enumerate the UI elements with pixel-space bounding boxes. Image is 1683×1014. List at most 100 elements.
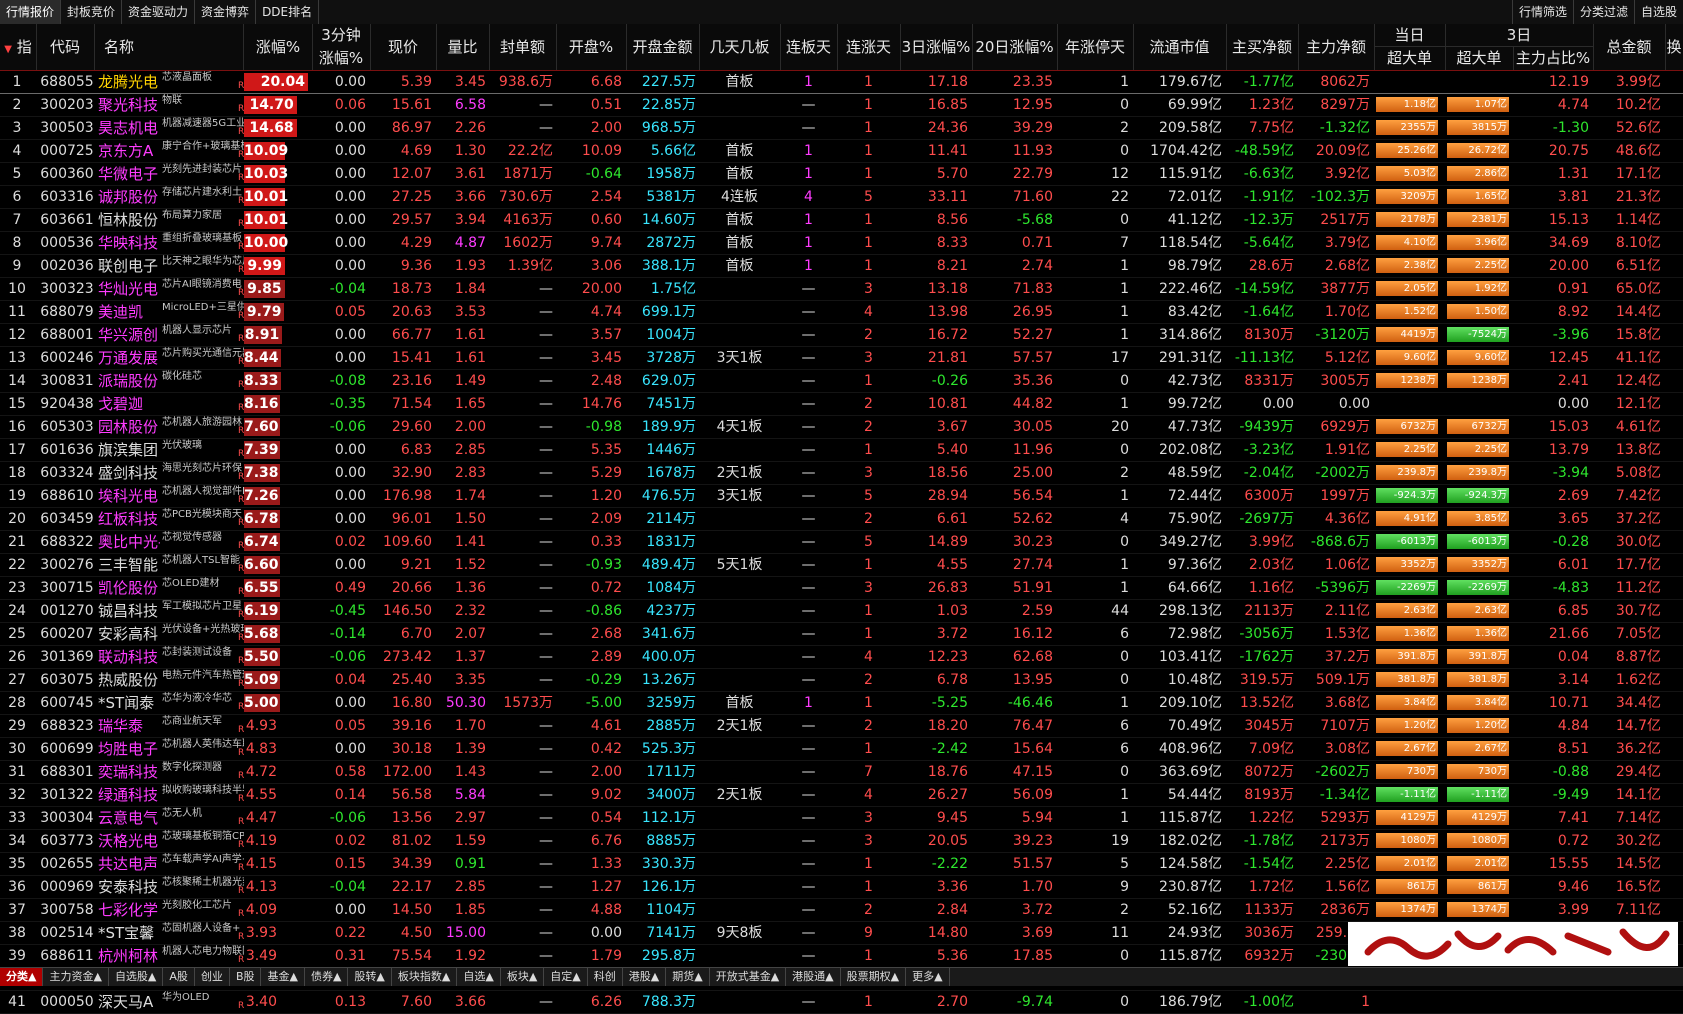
table-row[interactable]: 17 601636 旗滨集团 光伏玻璃 R 7.39 0.00 6.83 2.85—5.35 14… — [0, 439, 1683, 462]
header-main-buy[interactable]: 主买净额 — [1226, 24, 1299, 70]
header-code[interactable]: 代码 — [36, 24, 95, 70]
table-row[interactable]: 20 603459 红板科技 芯PCB光模块商天 R 6.78 0.00 96.01 1.50—… — [0, 508, 1683, 531]
header-volume-ratio[interactable]: 量比 — [436, 24, 490, 70]
table-row[interactable]: 19688610埃科光电芯机器人视觉部件PCBR7.260.00176.981.… — [0, 485, 1683, 508]
table-row[interactable]: 27 603075 热威股份 电热元件汽车热管理 R 5.09 0.04 25.40 3.35—… — [0, 669, 1683, 692]
header-3day-super[interactable]: 超大单 — [1445, 47, 1514, 70]
table-row[interactable]: 4 000725 京东方A 康宁合作+玻璃基板 R 10.09 0.00 4.69 1.30 22… — [0, 140, 1683, 163]
header-index[interactable]: ▼ 指 — [0, 24, 37, 70]
header-today-super[interactable]: 超大单 — [1374, 47, 1446, 70]
concept-tag: 芯封装测试设备 — [162, 647, 232, 658]
table-row[interactable]: 1 688055 龙腾光电 芯液晶面板 R 20.04 0.00 5.39 3.45 938.6万… — [0, 71, 1683, 94]
table-row[interactable]: 18 603324 盛剑科技 海思光刻芯片环保 R 7.38 0.00 32.90 2.83—5… — [0, 462, 1683, 485]
header-3day-main-ratio[interactable]: 主力占比% — [1513, 47, 1594, 70]
bottom-tab[interactable]: A股 — [163, 968, 195, 986]
bottom-tab[interactable]: 自定▲ — [544, 968, 588, 986]
table-row[interactable]: 16 605303 园林股份 芯机器人旅游园林 R 7.60 -0.06 29.60 2.00—… — [0, 416, 1683, 439]
table-row[interactable]: 8 000536 华映科技 重组折叠玻璃基板 R 10.00 0.00 4.29 4.87 160… — [0, 232, 1683, 255]
table-row[interactable]: 25 600207 安彩高科 光伏设备+光热玻璃 R 5.68 -0.14 6.70 2.07—… — [0, 623, 1683, 646]
bottom-tab[interactable]: 创业 — [195, 968, 230, 986]
table-row[interactable]: 6 603316 诚邦股份 存储芯片建水利土 R 10.01 0.00 27.25 3.66 73… — [0, 186, 1683, 209]
table-row[interactable]: 33 300304 云意电气 芯无人机 R 4.47 -0.06 13.56 2.97—0.54… — [0, 807, 1683, 830]
header-float-mv[interactable]: 流通市值 — [1133, 24, 1227, 70]
header-seal-amount[interactable]: 封单额 — [489, 24, 557, 70]
bottom-tab[interactable]: 期货▲ — [666, 968, 710, 986]
table-row[interactable]: 24 001270 铖昌科技 军工模拟芯片卫星 R 6.19 -0.45 146.50 2.32… — [0, 600, 1683, 623]
table-row[interactable]: 14 300831 派瑞股份 碳化硅芯 R 8.33 -0.08 23.16 1.49—2.48… — [0, 370, 1683, 393]
top-tab[interactable]: DDE排名 — [256, 0, 320, 24]
bottom-tab[interactable]: 自选▲ — [457, 968, 501, 986]
top-tab-right[interactable]: 分类过滤 — [1572, 0, 1634, 24]
bottom-tab[interactable]: 港股通▲ — [786, 968, 841, 986]
header-open-pct[interactable]: 开盘% — [556, 24, 627, 70]
lianzhang-days: 1 — [864, 143, 873, 159]
header-price[interactable]: 现价 — [370, 24, 437, 70]
table-row[interactable]: 28 600745 *ST闻泰 芯华为液冷华芯 R 5.00 0.00 16.80 50.30 1… — [0, 692, 1683, 715]
table-row[interactable]: 26 301369 联动科技 芯封装测试设备 R 5.50 -0.06 273.42 1.37—… — [0, 646, 1683, 669]
top-tab[interactable]: 封板竞价 — [61, 0, 123, 24]
bottom-tab[interactable]: 自选股▲ — [109, 968, 164, 986]
table-row[interactable]: 9 002036 联创电子 比天神之眼华为芯片 R 9.99 0.00 9.36 1.93 1.3… — [0, 255, 1683, 278]
top-tab[interactable]: 资金博弈 — [195, 0, 257, 24]
table-row[interactable]: 2 300203 聚光科技 物联 R 14.70 0.06 15.61 6.58—0.51 22.… — [0, 94, 1683, 117]
bottom-tab[interactable]: 开放式基金▲ — [710, 968, 787, 986]
table-row[interactable]: 34 603773 沃格光电 芯玻璃基板铜箔CPO R 4.19 0.02 81.02 1.59… — [0, 830, 1683, 853]
bottom-tab[interactable]: B股 — [230, 968, 262, 986]
bottom-tab[interactable]: 股转▲ — [348, 968, 392, 986]
seal-amount: 22.2亿 — [507, 143, 553, 159]
bottom-tab[interactable]: 股票期权▲ — [841, 968, 907, 986]
bottom-tab[interactable]: 主力资金▲ — [43, 968, 109, 986]
top-tab[interactable]: 资金驱动力 — [122, 0, 196, 24]
bottom-tab[interactable]: 基金▲ — [261, 968, 305, 986]
table-row[interactable]: 21688322奥比中光-UW芯视觉传感器R6.740.02109.601.41… — [0, 531, 1683, 554]
table-row[interactable]: 37 300758 七彩化学 光刻胶化工芯片 R 4.09 0.00 14.50 1.85—4.… — [0, 899, 1683, 922]
stock-name: 奥比中光-UW — [98, 533, 160, 551]
days-boards — [699, 324, 780, 346]
header-lianzhang-days[interactable]: 连涨天 — [837, 24, 901, 70]
bottom-tab[interactable]: 分类▲ — [0, 968, 44, 986]
header-3min-change[interactable]: 3分钟 涨幅% — [312, 24, 371, 70]
table-row[interactable]: 10 300323 华灿光电 芯片AI眼镜消费电 R 9.85 -0.04 18.73 1.84… — [0, 278, 1683, 301]
table-row[interactable]: 5 600360 华微电子 光刻先进封装芯片 R 10.03 0.00 12.07 3.61 18… — [0, 163, 1683, 186]
bottom-tab[interactable]: 更多▲ — [906, 968, 950, 986]
header-total-amount[interactable]: 总金额 — [1593, 24, 1666, 70]
header-20day-change[interactable]: 20日涨幅% — [972, 24, 1058, 70]
days-boards: 首板 — [725, 258, 754, 274]
bottom-tab[interactable]: 板块指数▲ — [392, 968, 458, 986]
bottom-tab[interactable]: 科创 — [588, 968, 623, 986]
float-mv: 209.10亿 — [1159, 695, 1222, 711]
table-row[interactable]: 11688079美迪凯MicroLED+三星供应链R9.790.0520.633… — [0, 301, 1683, 324]
top-tab-right[interactable]: 行情筛选 — [1511, 0, 1573, 24]
table-row[interactable]: 22 300276 三丰智能 芯机器人TSL智能 R 6.60 0.00 9.21 1.52— -… — [0, 554, 1683, 577]
table-row[interactable]: 32301322绿通科技拟收购玻璃科技半导体R4.550.1456.585.84… — [0, 784, 1683, 807]
header-open-amount[interactable]: 开盘金额 — [626, 24, 700, 70]
table-row[interactable]: 31 688301 奕瑞科技 数字化探测器 R 4.72 0.58 172.00 1.43—2.… — [0, 761, 1683, 784]
header-lianban-days[interactable]: 连板天 — [780, 24, 838, 70]
top-tab[interactable]: 行情报价 — [0, 0, 62, 24]
bottom-tab[interactable]: 板块▲ — [501, 968, 545, 986]
table-row[interactable]: 36 000969 安泰科技 芯核聚稀土机器光刻 R 4.13 -0.04 22.17 2.85… — [0, 876, 1683, 899]
header-change-pct[interactable]: 涨幅% — [244, 24, 313, 70]
table-row[interactable]: 35 002655 共达电声 芯车载声学AI声学+ R 4.15 0.15 34.39 0.91… — [0, 853, 1683, 876]
table-row[interactable]: 12 688001 华兴源创 机器人显示芯片 R 8.91 0.00 66.77 1.61—3.… — [0, 324, 1683, 347]
table-row[interactable]: 29 688323 瑞华泰 芯商业航天军 R 4.93 0.05 39.16 1.70—4.61… — [0, 715, 1683, 738]
table-row[interactable]: 41 000050 深天马A 华为OLED R 3.40 0.13 7.60 3.66—6.26… — [0, 991, 1683, 1014]
table-row[interactable]: 30600699均胜电子芯机器人英伟达车联网R4.830.0030.181.39… — [0, 738, 1683, 761]
header-main-net[interactable]: 主力净额 — [1298, 24, 1375, 70]
table-row[interactable]: 7 603661 恒林股份 布局算力家居 R 10.01 0.00 29.57 3.94 4163… — [0, 209, 1683, 232]
3day-change: 17.18 — [927, 74, 968, 90]
bottom-tab[interactable]: 债券▲ — [305, 968, 349, 986]
table-row[interactable]: 13600246万通发展芯片购买光通信元器件R8.440.0015.411.61… — [0, 347, 1683, 370]
table-row[interactable]: 3 300503 昊志机电 机器减速器5G工业 R 14.68 0.00 86.97 2.26—… — [0, 117, 1683, 140]
table-row[interactable]: 15 920438 戈碧迦 R 8.16 -0.35 71.54 1.65—14.76 7451… — [0, 393, 1683, 416]
top-tab-right[interactable]: 自选股 — [1633, 0, 1683, 24]
header-name[interactable]: 名称 — [94, 24, 244, 70]
header-year-limit-days[interactable]: 年涨停天 — [1057, 24, 1134, 70]
header-days-boards[interactable]: 几天几板 — [699, 24, 781, 70]
bottom-tab[interactable]: 港股▲ — [623, 968, 667, 986]
open-pct: 0.60 — [590, 212, 622, 228]
header-turnover[interactable]: 换 — [1665, 24, 1683, 70]
stock-code: 603075 — [40, 672, 94, 688]
table-row[interactable]: 23 300715 凯伦股份 芯OLED建材 R 6.55 0.49 20.66 1.36—0.… — [0, 577, 1683, 600]
header-3day-change[interactable]: 3日涨幅% — [900, 24, 973, 70]
